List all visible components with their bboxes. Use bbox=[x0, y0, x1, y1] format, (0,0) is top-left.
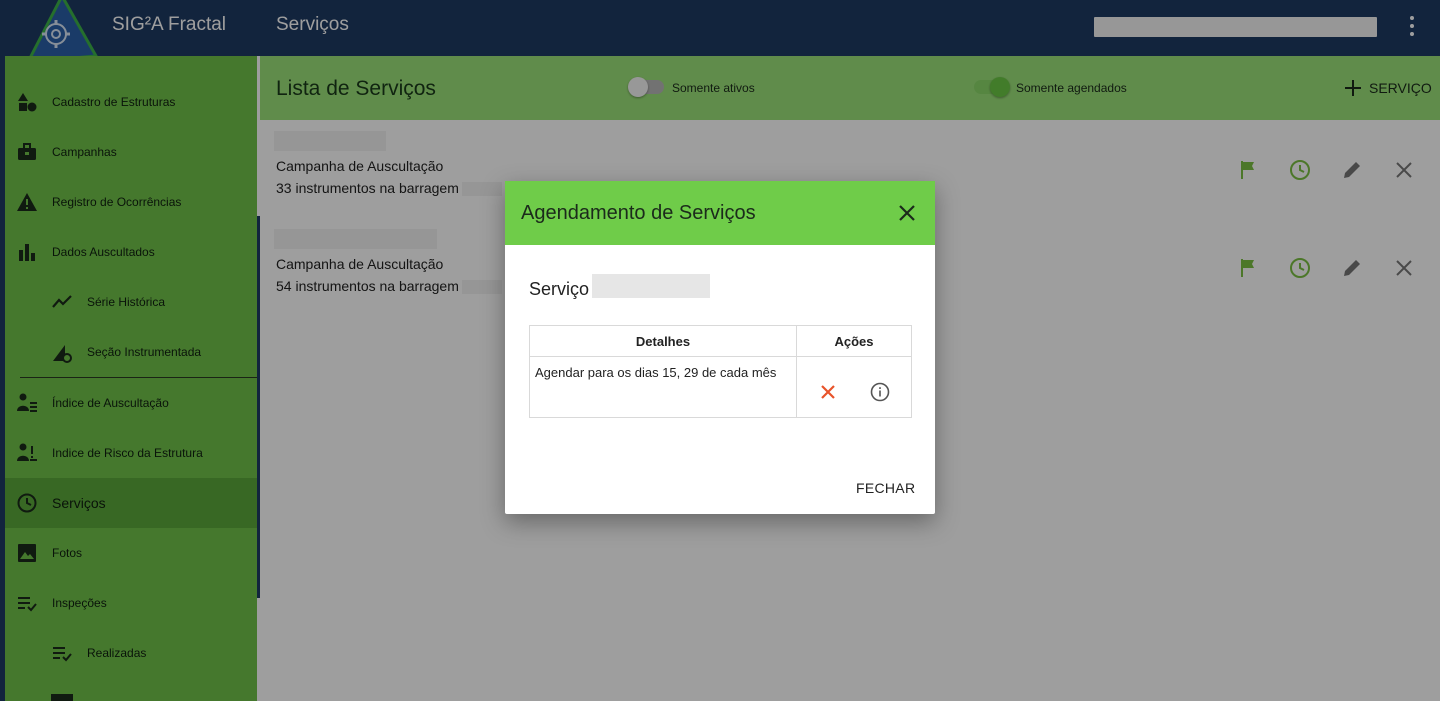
service-name-redacted bbox=[592, 274, 710, 298]
schedule-details: Agendar para os dias 15, 29 de cada mês bbox=[529, 356, 797, 418]
dialog-service-label: Serviço bbox=[529, 279, 590, 299]
column-header-acoes: Ações bbox=[796, 325, 912, 357]
schedule-dialog: Agendamento de Serviços Serviço Detalhes… bbox=[505, 181, 935, 514]
dialog-header: Agendamento de Serviços bbox=[505, 181, 935, 245]
table-row: Agendar para os dias 15, 29 de cada mês bbox=[529, 356, 912, 418]
close-dialog-button[interactable]: FECHAR bbox=[856, 480, 915, 496]
column-header-detalhes: Detalhes bbox=[529, 325, 797, 357]
close-icon[interactable] bbox=[897, 203, 917, 223]
info-icon[interactable] bbox=[869, 381, 891, 403]
dialog-title: Agendamento de Serviços bbox=[521, 202, 756, 224]
remove-schedule-x-icon[interactable] bbox=[817, 381, 839, 403]
schedule-actions bbox=[796, 356, 912, 418]
schedule-table: Detalhes Ações Agendar para os dias 15, … bbox=[529, 325, 912, 418]
